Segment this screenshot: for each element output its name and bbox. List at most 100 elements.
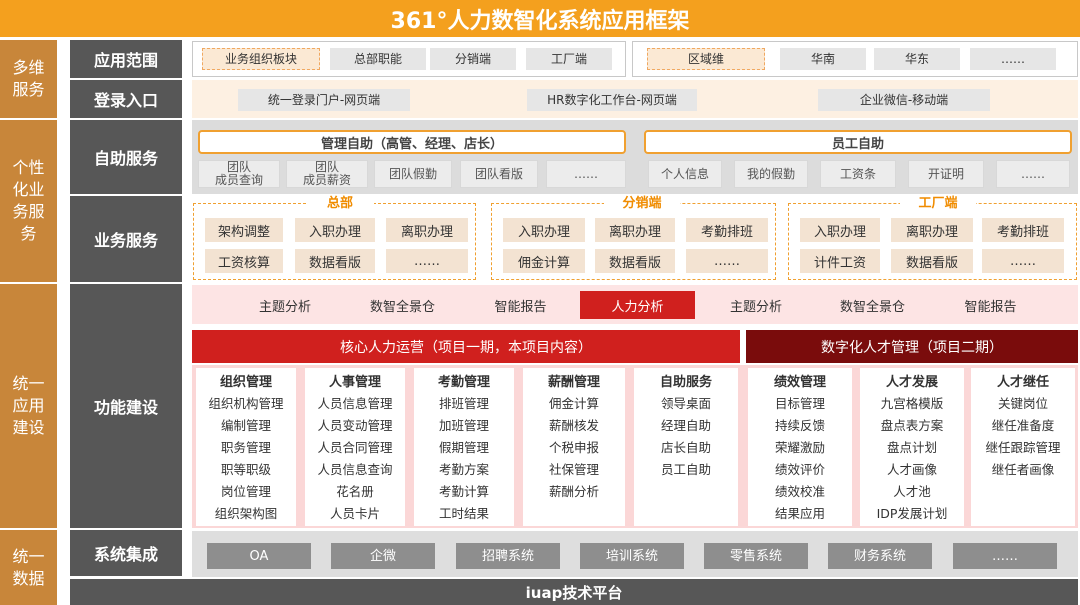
- column-item: 排班管理: [438, 396, 489, 411]
- column-item: 人员信息管理: [317, 396, 393, 411]
- function-column-payroll: 薪酬管理 佣金计算 薪酬核发 个税申报 社保管理 薪酬分析: [523, 368, 625, 526]
- function-column-talent-dev: 人才发展 九宫格模版 盘点表方案 盘点计划 人才画像 人才池 IDP发展计划: [860, 368, 964, 526]
- business-item: 离职办理: [595, 218, 675, 242]
- function-tab: 主题分析: [258, 299, 311, 315]
- column-header: 人才发展: [885, 375, 938, 390]
- column-item: 职务管理: [220, 440, 271, 455]
- scope-item: 区域维: [647, 48, 765, 70]
- integration-item: 招聘系统: [456, 543, 560, 569]
- scope-item: 分销端: [430, 48, 516, 70]
- employee-self-service-item: 个人信息: [648, 160, 722, 188]
- column-item: 员工自助: [660, 462, 711, 477]
- column-item: 人员变动管理: [317, 418, 393, 433]
- business-group-label: 分销端: [604, 197, 680, 211]
- scope-item: 业务组织板块: [202, 48, 320, 70]
- employee-self-service-header: 员工自助: [644, 130, 1072, 154]
- column-item: 持续反馈: [774, 418, 825, 433]
- column-item: 岗位管理: [220, 484, 271, 499]
- column-item: 花名册: [336, 484, 374, 499]
- business-item: 离职办理: [891, 218, 973, 242]
- business-item: 数据看版: [295, 249, 375, 273]
- manager-self-service-item: 团队 成员查询: [198, 160, 280, 188]
- business-item: 工资核算: [205, 249, 283, 273]
- login-item: 企业微信-移动端: [818, 89, 990, 111]
- business-item: 数据看版: [891, 249, 973, 273]
- function-tab: 智能报告: [964, 299, 1017, 315]
- column-item: 薪酬分析: [548, 484, 599, 499]
- integration-item: 财务系统: [828, 543, 932, 569]
- function-column-succession: 人才继任 关键岗位 继任准备度 继任跟踪管理 继任者画像: [971, 368, 1075, 526]
- column-item: 人才画像: [886, 462, 937, 477]
- business-item: 架构调整: [205, 218, 283, 242]
- column-item: 考勤方案: [438, 462, 489, 477]
- column-header: 考勤管理: [437, 375, 490, 390]
- column-item: 荣耀激励: [774, 440, 825, 455]
- column-item: 继任跟踪管理: [985, 440, 1061, 455]
- business-group-label: 总部: [306, 197, 374, 211]
- employee-self-service-item: 工资条: [820, 160, 896, 188]
- category-unified-data: 统一数据: [0, 530, 57, 605]
- integration-item: 企微: [331, 543, 435, 569]
- row-label-business: 业务服务: [70, 196, 182, 282]
- function-tab: 数智全景仓: [839, 299, 905, 315]
- row-label-scope: 应用范围: [70, 40, 182, 78]
- column-item: 薪酬核发: [548, 418, 599, 433]
- business-item: 考勤排班: [686, 218, 768, 242]
- business-item: 离职办理: [386, 218, 468, 242]
- business-item: 佣金计算: [503, 249, 585, 273]
- column-item: 绩效评价: [774, 462, 825, 477]
- column-item: 关键岗位: [997, 396, 1048, 411]
- row-label-login: 登录入口: [70, 80, 182, 118]
- business-item: ……: [982, 249, 1064, 273]
- row-label-function: 功能建设: [70, 284, 182, 528]
- category-unified-app: 统一应用建设: [0, 284, 57, 528]
- column-item: 编制管理: [220, 418, 271, 433]
- business-item: 入职办理: [503, 218, 585, 242]
- function-tab: 主题分析: [729, 299, 782, 315]
- column-item: 社保管理: [548, 462, 599, 477]
- manager-self-service-header: 管理自助（高管、经理、店长）: [198, 130, 626, 154]
- column-item: 店长自助: [660, 440, 711, 455]
- column-header: 自助服务: [659, 375, 712, 390]
- platform-bar: iuap技术平台: [70, 579, 1078, 605]
- employee-self-service-item: 我的假勤: [734, 160, 808, 188]
- function-tab: 数智全景仓: [369, 299, 435, 315]
- column-item: 九宫格模版: [880, 396, 944, 411]
- column-item: 领导桌面: [660, 396, 711, 411]
- column-header: 人事管理: [328, 375, 381, 390]
- scope-item: 工厂端: [526, 48, 612, 70]
- business-item: 计件工资: [800, 249, 880, 273]
- column-header: 人才继任: [996, 375, 1049, 390]
- employee-self-service-item: 开证明: [908, 160, 984, 188]
- business-item: 入职办理: [800, 218, 880, 242]
- column-item: 绩效校准: [774, 484, 825, 499]
- column-item: 人员卡片: [329, 506, 380, 521]
- column-item: 结果应用: [774, 506, 825, 521]
- business-item: ……: [686, 249, 768, 273]
- scope-item: 华东: [874, 48, 960, 70]
- category-multidim: 多维服务: [0, 40, 57, 118]
- row-label-integration: 系统集成: [70, 530, 182, 576]
- column-item: 工时结果: [438, 506, 489, 521]
- integration-item: ……: [953, 543, 1057, 569]
- column-header: 组织管理: [219, 375, 272, 390]
- business-item: ……: [386, 249, 468, 273]
- scope-item: 总部职能: [330, 48, 426, 70]
- column-header: 绩效管理: [773, 375, 826, 390]
- column-item: IDP发展计划: [876, 506, 948, 521]
- login-item: HR数字化工作台-网页端: [527, 89, 697, 111]
- column-item: 人才池: [893, 484, 931, 499]
- column-item: 考勤计算: [438, 484, 489, 499]
- function-column-self-service: 自助服务 领导桌面 经理自助 店长自助 员工自助: [634, 368, 738, 526]
- column-item: 组织架构图: [214, 506, 278, 521]
- column-item: 加班管理: [438, 418, 489, 433]
- business-group-label: 工厂端: [900, 197, 976, 211]
- column-item: 人员信息查询: [317, 462, 393, 477]
- function-tab-active: 人力分析: [580, 291, 695, 319]
- column-item: 职等职级: [220, 462, 271, 477]
- business-item: 入职办理: [295, 218, 375, 242]
- row-label-self-service: 自助服务: [70, 120, 182, 194]
- column-header: 薪酬管理: [547, 375, 600, 390]
- scope-item: ……: [970, 48, 1056, 70]
- function-column-personnel: 人事管理 人员信息管理 人员变动管理 人员合同管理 人员信息查询 花名册 人员卡…: [305, 368, 405, 526]
